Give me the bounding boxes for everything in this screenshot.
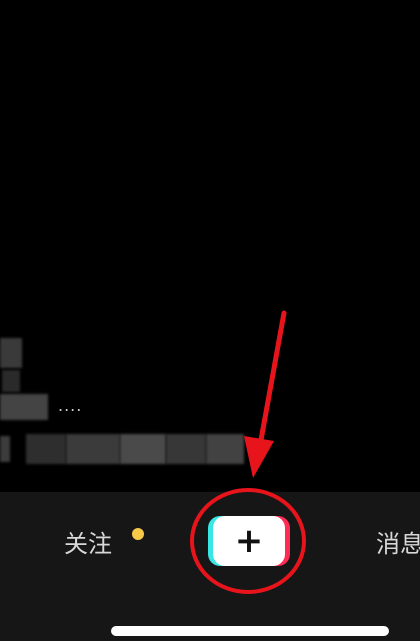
bottom-tab-bar	[0, 492, 420, 641]
video-feed-screen: .... 关注 + 消息	[0, 0, 420, 641]
tab-messages[interactable]: 消息	[376, 524, 420, 559]
caption-ellipsis: ....	[58, 396, 83, 415]
annotation-arrow-shaft	[258, 310, 287, 443]
plus-icon: +	[213, 516, 285, 566]
home-indicator[interactable]	[111, 626, 389, 636]
create-button[interactable]: +	[208, 516, 290, 566]
notification-dot-icon	[132, 528, 144, 540]
annotation-arrow-head	[244, 436, 274, 478]
tab-follow[interactable]: 关注	[64, 524, 112, 559]
